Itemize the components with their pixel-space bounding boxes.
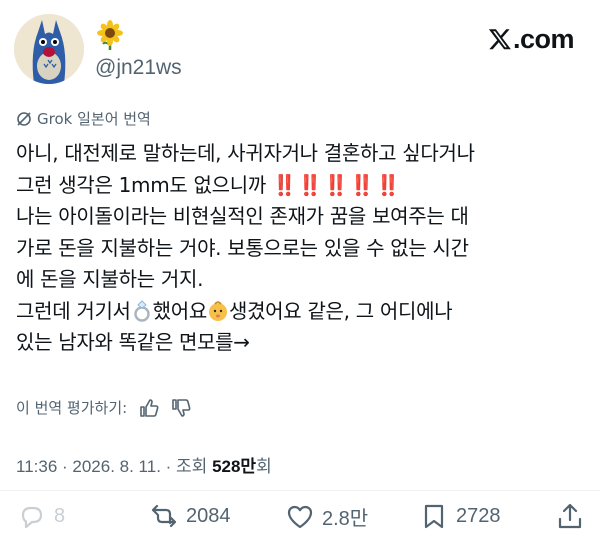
reply-count: 8 — [54, 504, 66, 527]
repost-count: 2084 — [186, 504, 231, 527]
double-exclamation-icons: ‼️‼️‼️‼️‼️ — [272, 172, 402, 197]
reply-button[interactable]: 8 — [18, 502, 65, 530]
tweet-line-text: 생겼어요 같은, 그 어디에나 — [228, 298, 453, 323]
tweet-line: 가로 돈을 지불하는 거야. 보통으로는 있을 수 없는 시간 — [16, 235, 469, 260]
like-count: 2.8만 — [322, 508, 369, 530]
tweet-line: 나는 아이돌이라는 비현실적인 존재가 꿈을 보여주는 대 — [16, 204, 469, 228]
thumbs-up-icon[interactable] — [139, 398, 159, 418]
bookmark-count: 2728 — [456, 504, 501, 527]
tweet-date[interactable]: 2026. 8. 11. — [72, 457, 161, 476]
user-handle[interactable]: @jn21ws — [95, 56, 182, 80]
tweet-line: 있는 남자와 똑같은 면모를→ — [16, 330, 250, 354]
x-brand-icon — [488, 29, 511, 50]
repost-icon — [151, 504, 177, 528]
action-bar: 8 2084 2.8만 2728 — [0, 502, 600, 532]
views-suffix: 회 — [256, 457, 272, 476]
rate-translation-label: 이 번역 평가하기: — [16, 399, 128, 417]
tweet-line-text: 했어요 — [152, 298, 208, 323]
views-label: 조회 — [176, 457, 213, 476]
translation-label: Grok 일본어 번역 — [16, 108, 151, 129]
tweet-time[interactable]: 11:36 — [16, 457, 57, 476]
tweet-line: 그런 생각은 1mm도 없으니까 ‼️‼️‼️‼️‼️ — [16, 170, 596, 202]
views-count: 528만 — [212, 457, 257, 476]
sunflower-icon — [97, 20, 123, 50]
share-button[interactable] — [556, 502, 584, 530]
x-logo: .com — [488, 24, 575, 55]
grok-icon — [17, 111, 31, 126]
divider — [0, 490, 600, 491]
tweet-line: 그런데 거기서 했어요 생겼어요 같은, 그 어디에나 — [16, 296, 596, 328]
separator: · — [160, 457, 177, 476]
heart-icon — [287, 505, 313, 528]
baby-icon — [208, 300, 227, 321]
bookmark-button[interactable]: 2728 — [420, 502, 501, 530]
logo-text: .com — [512, 24, 575, 54]
rate-translation: 이 번역 평가하기: — [16, 397, 191, 418]
tweet-line-text: 그런 생각은 1mm도 없으니까 — [16, 172, 266, 197]
thumbs-down-icon[interactable] — [171, 398, 191, 418]
totoro-avatar-image — [14, 14, 84, 84]
reply-icon — [21, 506, 43, 529]
ring-icon — [133, 299, 150, 322]
share-icon — [558, 503, 582, 529]
like-button[interactable]: 2.8만 — [286, 502, 368, 531]
tweet-line: 에 돈을 지불하는 거지. — [16, 267, 204, 291]
separator: · — [57, 457, 73, 476]
bookmark-icon — [424, 504, 444, 529]
avatar[interactable] — [14, 14, 84, 84]
tweet-line-text: 그런데 거기서 — [16, 298, 131, 323]
translation-label-text: Grok 일본어 번역 — [37, 110, 151, 128]
tweet-text: 아니, 대전제로 말하는데, 사귀자거나 결혼하고 싶다거나 그런 생각은 1m… — [16, 138, 596, 359]
tweet-line: 아니, 대전제로 말하는데, 사귀자거나 결혼하고 싶다거나 — [16, 141, 475, 165]
repost-button[interactable]: 2084 — [150, 502, 231, 530]
tweet-meta: 11:36 · 2026. 8. 11. · 조회 528만회 — [16, 452, 272, 477]
